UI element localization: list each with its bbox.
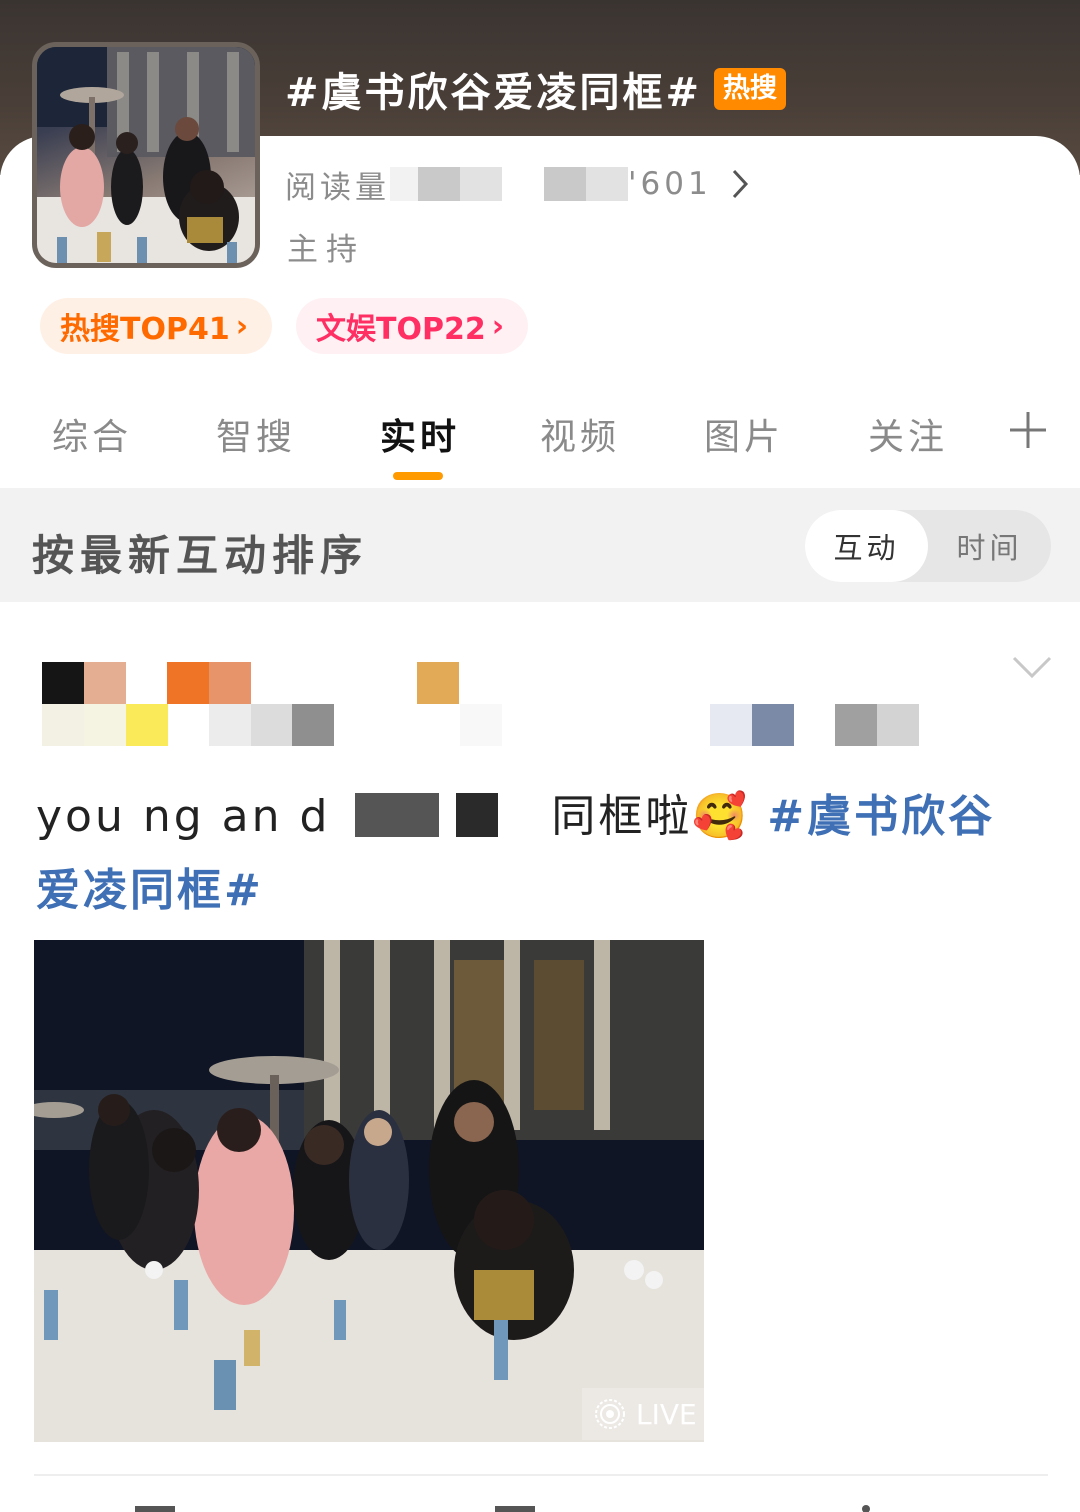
plus-icon[interactable] <box>1008 410 1048 450</box>
redacted-block <box>355 793 440 837</box>
tab-following[interactable]: 关注 <box>868 408 948 460</box>
hot-search-rank-label: 热搜TOP41 <box>60 312 230 347</box>
post-divider <box>34 1474 1048 1476</box>
comment-icon[interactable] <box>495 1500 535 1512</box>
topic-stats[interactable]: 阅读量 '601 <box>285 160 712 208</box>
tab-smart-search[interactable]: 智搜 <box>216 408 296 460</box>
mosaic-tile <box>292 704 334 746</box>
chevron-right-icon: › <box>235 308 249 344</box>
post-content: you ng an d 同框啦🥰 #虞书欣谷爱凌同框# <box>36 780 1016 928</box>
mosaic-tile <box>752 704 794 746</box>
mosaic-tile <box>126 704 168 746</box>
live-photo-badge: LIVE <box>582 1388 709 1440</box>
event-photo-illustration <box>34 940 704 1442</box>
read-count-label: 阅读量 <box>285 169 390 206</box>
like-icon[interactable] <box>846 1500 886 1512</box>
hot-badge: 热搜 <box>714 68 787 110</box>
redacted-block <box>456 793 499 837</box>
mosaic-tile <box>42 662 84 704</box>
mosaic-tile <box>42 704 84 746</box>
redacted-block <box>418 167 460 201</box>
tab-realtime[interactable]: 实时 <box>380 408 460 460</box>
entertainment-rank-chip[interactable]: 文娱TOP22 › <box>296 298 528 354</box>
mosaic-tile <box>460 704 502 746</box>
mosaic-tile <box>209 662 251 704</box>
post-text-fragment: you ng an d <box>36 791 331 842</box>
redacted-block <box>544 167 586 201</box>
repost-icon[interactable] <box>135 1500 175 1512</box>
mosaic-tile <box>877 704 919 746</box>
mosaic-tile <box>84 662 126 704</box>
active-tab-indicator <box>393 472 443 480</box>
topic-title: #虞书欣谷爱凌同框# <box>285 70 703 116</box>
sort-label: 按最新互动排序 <box>32 531 369 580</box>
redacted-username-mosaic <box>42 662 922 748</box>
mosaic-tile <box>209 704 251 746</box>
mosaic-tile <box>251 704 293 746</box>
sort-toggle[interactable]: 互动 时间 <box>805 510 1051 582</box>
sort-by-time-option[interactable]: 时间 <box>928 510 1051 582</box>
mosaic-tile <box>167 662 209 704</box>
search-tabs: 综合 智搜 实时 视频 图片 关注 <box>0 400 1080 480</box>
sort-bar: 按最新互动排序 互动 时间 <box>0 488 1080 602</box>
mosaic-tile <box>835 704 877 746</box>
live-photo-icon <box>595 1399 625 1429</box>
discussion-count: '601 <box>628 166 712 202</box>
tab-comprehensive[interactable]: 综合 <box>52 408 132 460</box>
chevron-right-icon[interactable] <box>725 165 755 203</box>
mosaic-tile <box>417 662 459 704</box>
chevron-right-icon: › <box>491 308 505 344</box>
cover-photo-illustration <box>37 47 255 263</box>
topic-cover-image[interactable] <box>32 42 260 268</box>
chevron-down-icon[interactable] <box>1010 652 1054 682</box>
redacted-block <box>460 167 502 201</box>
smiling-hearts-emoji: 🥰 <box>692 791 751 842</box>
tab-video[interactable]: 视频 <box>540 408 620 460</box>
entertainment-rank-label: 文娱TOP22 <box>316 312 486 347</box>
post-text-middle: 同框啦 <box>551 791 693 842</box>
live-label: LIVE <box>636 1397 697 1431</box>
redacted-block <box>390 167 418 201</box>
tab-images[interactable]: 图片 <box>704 408 784 460</box>
mosaic-tile <box>710 704 752 746</box>
mosaic-tile <box>84 704 126 746</box>
post-live-photo[interactable] <box>34 940 704 1442</box>
redacted-block <box>586 167 628 201</box>
host-label: 主持 <box>287 232 365 268</box>
sort-by-interaction-option[interactable]: 互动 <box>805 510 928 582</box>
topic-title-row: #虞书欣谷爱凌同框# 热搜 <box>285 60 787 118</box>
hot-search-rank-chip[interactable]: 热搜TOP41 › <box>40 298 272 354</box>
